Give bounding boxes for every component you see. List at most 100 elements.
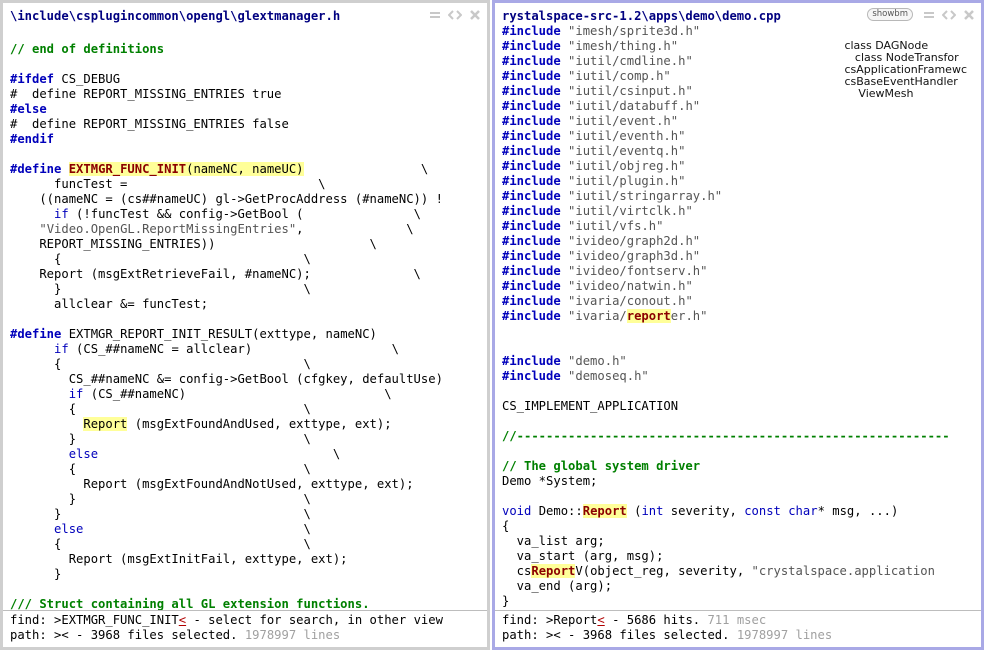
code-line: Report (msgExtRetrieveFail, #nameNC); \ — [10, 267, 487, 282]
code-token: #endif — [10, 132, 55, 146]
code-line: "Video.OpenGL.ReportMissingEntries", \ — [10, 222, 487, 237]
code-token: allclear &= funcTest; — [10, 297, 209, 311]
outline-item[interactable]: ViewMesh — [844, 88, 967, 100]
right-code-area[interactable]: #include "imesh/sprite3d.h" #include "ime… — [502, 24, 981, 609]
code-token: (msgExtFoundAndUsed, exttype, ext); — [127, 417, 392, 431]
code-token: } — [502, 594, 510, 608]
left-window-buttons — [427, 8, 483, 22]
close-icon[interactable] — [961, 8, 977, 22]
code-token: Report — [83, 417, 128, 431]
code-token: "imesh/thing.h" — [568, 39, 679, 53]
right-find-line[interactable]: find: >Report< - 5686 hits. 711 msec — [502, 613, 766, 628]
code-line: //--------------------------------------… — [502, 429, 981, 444]
right-window-buttons — [921, 8, 977, 22]
left-title-bar: \include\csplugincommon\opengl\glextmana… — [3, 3, 487, 27]
code-token: // The global system driver — [502, 459, 701, 473]
right-find-time: 711 msec — [707, 613, 767, 627]
code-line: #include "iutil/vfs.h" — [502, 219, 981, 234]
code-token: #define — [10, 162, 62, 176]
code-token: #include — [502, 24, 561, 38]
code-line: #include "ivaria/reporter.h" — [502, 309, 981, 324]
code-token: #include — [502, 354, 561, 368]
minimize-icon[interactable] — [427, 8, 443, 22]
close-icon[interactable] — [467, 8, 483, 22]
left-editor-pane[interactable]: \include\csplugincommon\opengl\glextmana… — [0, 0, 490, 650]
code-token: #define — [10, 327, 62, 341]
code-line: ((nameNC = (cs##nameUC) gl->GetProcAddre… — [10, 192, 487, 207]
code-token: #include — [502, 114, 561, 128]
class-outline-panel[interactable]: class DAGNode class NodeTransfor csApplic… — [844, 40, 967, 100]
code-token: CS_DEBUG — [54, 72, 121, 86]
code-token: } \ — [10, 507, 311, 521]
code-token: { — [502, 519, 510, 533]
code-token: \ — [83, 522, 311, 536]
code-token: #include — [502, 249, 561, 263]
code-token: Demo *System; — [502, 474, 598, 488]
code-line: #include "ivideo/graph3d.h" — [502, 249, 981, 264]
code-token: "iutil/csinput.h" — [568, 84, 693, 98]
code-line: csReportV(object_reg, severity, "crystal… — [502, 564, 981, 579]
code-line: { \ — [10, 462, 487, 477]
code-line: #include "iutil/plugin.h" — [502, 174, 981, 189]
code-token: # define REPORT_MISSING_ENTRIES false — [10, 117, 289, 131]
code-token: "iutil/stringarray.h" — [568, 189, 723, 203]
code-token: { \ — [10, 537, 311, 551]
code-line: Report (msgExtInitFail, exttype, ext); — [10, 552, 487, 567]
code-line: funcTest = \ — [10, 177, 487, 192]
code-line: } \ — [10, 432, 487, 447]
code-token: "iutil/comp.h" — [568, 69, 671, 83]
code-token: if — [54, 342, 69, 356]
code-line: if (CS_##nameNC = allclear) \ — [10, 342, 487, 357]
code-line: # define REPORT_MISSING_ENTRIES false — [10, 117, 487, 132]
right-path-line[interactable]: path: >< - 3968 files selected. 1978997 … — [502, 628, 832, 643]
code-token: #include — [502, 309, 561, 323]
code-token: EXTMGR_FUNC_INIT — [68, 162, 187, 176]
code-line: void Demo::Report (int severity, const c… — [502, 504, 981, 519]
code-token: /// Struct containing all GL extension f… — [10, 597, 370, 611]
code-line: { \ — [10, 537, 487, 552]
left-path-line[interactable]: path: >< - 3968 files selected. 1978997 … — [10, 628, 340, 643]
left-find-caret: < — [178, 613, 187, 627]
code-token: "ivaria/conout.h" — [568, 294, 693, 308]
code-token: "ivaria/ — [568, 309, 627, 323]
left-code-area[interactable]: // end of definitions #ifdef CS_DEBUG # d… — [10, 27, 487, 612]
code-line: #include "demo.h" — [502, 354, 981, 369]
code-line: #include "iutil/objreg.h" — [502, 159, 981, 174]
left-file-path: \include\csplugincommon\opengl\glextmana… — [10, 9, 341, 23]
code-token: int — [641, 504, 664, 518]
showbm-button[interactable]: showbm — [867, 8, 913, 21]
code-token: // end of definitions — [10, 42, 165, 56]
left-find-line[interactable]: find: >EXTMGR_FUNC_INIT< - select for se… — [10, 613, 443, 628]
code-token: "iutil/databuff.h" — [568, 99, 701, 113]
right-path-text: path: >< - 3968 files selected. — [502, 628, 737, 642]
code-token: if — [54, 207, 69, 221]
minimize-icon[interactable] — [921, 8, 937, 22]
right-editor-pane[interactable]: rystalspace-src-1.2\apps\demo\demo.cpp s… — [492, 0, 984, 650]
code-token: #include — [502, 279, 561, 293]
split-icon[interactable] — [447, 8, 463, 22]
code-token: #include — [502, 369, 561, 383]
split-icon[interactable] — [941, 8, 957, 22]
code-token: Report (msgExtFoundAndNotUsed, exttype, … — [10, 477, 414, 491]
code-line: #include "iutil/databuff.h" — [502, 99, 981, 114]
code-line: va_start (arg, msg); — [502, 549, 981, 564]
code-token: "ivideo/graph2d.h" — [568, 234, 701, 248]
